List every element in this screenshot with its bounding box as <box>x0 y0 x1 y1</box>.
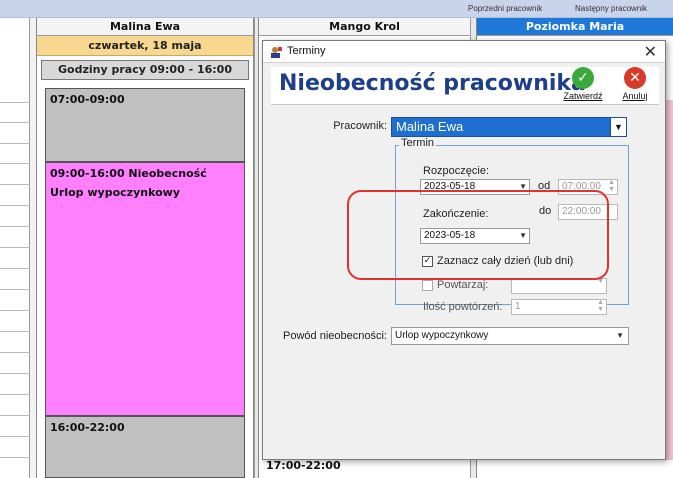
slot-time: 09:00-16:00 Nieobecność <box>50 167 207 180</box>
repeat-count-field[interactable]: 1 ▲ ▼ <box>511 299 607 315</box>
spinner-icon[interactable]: ▲ ▼ <box>608 179 615 193</box>
app-window: Poprzedni pracownik Następny pracownik M… <box>0 0 673 478</box>
cancel-button[interactable]: ✕ Anuluj <box>613 67 657 105</box>
term-legend: Termin <box>399 137 437 149</box>
confirm-button[interactable]: ✓ Zatwierdź <box>561 67 605 105</box>
repeat-select[interactable]: ▼ <box>511 278 607 294</box>
gutter-line <box>0 122 30 123</box>
calendar-slot[interactable]: 16:00-22:00 <box>45 416 245 478</box>
dialog-header: Nieobecność pracownika ✓ Zatwierdź ✕ Anu… <box>271 67 659 105</box>
spinner-icon[interactable]: ▲ ▼ <box>597 299 604 313</box>
repeat-count-value: 1 <box>515 301 521 312</box>
employee-value: Malina Ewa <box>396 119 464 134</box>
x-circle-icon: ✕ <box>624 67 646 89</box>
gutter-line <box>0 415 30 416</box>
chevron-down-icon[interactable]: ▼ <box>610 118 626 136</box>
cancel-label: Anuluj <box>622 91 648 101</box>
employee-select[interactable]: Malina Ewa ▼ <box>391 117 627 137</box>
repeat-label: Powtarzaj: <box>437 279 489 291</box>
reason-value: Urlop wypoczynkowy <box>395 330 489 341</box>
top-nav-strip: Poprzedni pracownik Następny pracownik <box>0 0 673 18</box>
working-hours-bar: Godziny pracy 09:00 - 16:00 <box>41 60 249 80</box>
column-malina-ewa: Malina Ewa czwartek, 18 maja Godziny pra… <box>36 18 254 478</box>
gutter-line <box>0 163 30 164</box>
repeat-checkbox[interactable] <box>422 280 433 291</box>
slot-time[interactable]: 17:00-22:00 <box>266 459 341 472</box>
dialog-heading: Nieobecność pracownika <box>279 71 586 96</box>
time-gutter <box>0 18 30 478</box>
gutter-line <box>0 331 30 332</box>
slot-time: 16:00-22:00 <box>50 421 125 434</box>
next-employee-link[interactable]: Następny pracownik <box>575 4 647 13</box>
gutter-line <box>0 247 30 248</box>
gutter-line <box>0 226 30 227</box>
gutter-line <box>0 289 30 290</box>
gutter-line <box>0 184 30 185</box>
highlight-outline <box>347 190 609 280</box>
confirm-label: Zatwierdź <box>563 91 603 101</box>
repeat-count-label: Ilość powtórzeń: <box>423 301 503 313</box>
dialog-window-title: Terminy <box>287 45 326 57</box>
calendar-slot[interactable]: 07:00-09:00 <box>45 88 245 162</box>
column-header-name[interactable]: Malina Ewa <box>37 18 253 36</box>
check-circle-icon: ✓ <box>572 67 594 89</box>
start-label: Rozpoczęcie: <box>423 165 490 177</box>
gutter-line <box>0 310 30 311</box>
employee-label: Pracownik: <box>333 120 387 132</box>
column-date-header: czwartek, 18 maja <box>37 36 253 56</box>
dialog-titlebar[interactable]: Terminy ✕ <box>263 41 665 63</box>
gutter-line <box>0 436 30 437</box>
app-person-icon <box>269 45 283 59</box>
chevron-down-icon[interactable]: ▼ <box>616 328 624 344</box>
gutter-line <box>0 352 30 353</box>
slot-detail: Urlop wypoczynkowy <box>50 186 180 199</box>
gutter-line <box>0 205 30 206</box>
reason-label: Powód nieobecności: <box>283 330 387 342</box>
slot-time: 07:00-09:00 <box>50 93 125 106</box>
column-header-name[interactable]: Mango Krol <box>259 18 470 36</box>
gutter-line <box>0 143 30 144</box>
gutter-line <box>0 102 30 103</box>
close-icon[interactable]: ✕ <box>644 42 657 61</box>
reason-select[interactable]: Urlop wypoczynkowy ▼ <box>391 327 629 345</box>
gutter-line <box>0 457 30 458</box>
gutter-line <box>0 394 30 395</box>
column-header-name-selected[interactable]: Poziomka Maria <box>477 18 673 36</box>
absence-slot[interactable]: 09:00-16:00 Nieobecność Urlop wypoczynko… <box>45 162 245 416</box>
gutter-line <box>0 268 30 269</box>
gutter-line <box>0 373 30 374</box>
prev-employee-link[interactable]: Poprzedni pracownik <box>468 4 542 13</box>
